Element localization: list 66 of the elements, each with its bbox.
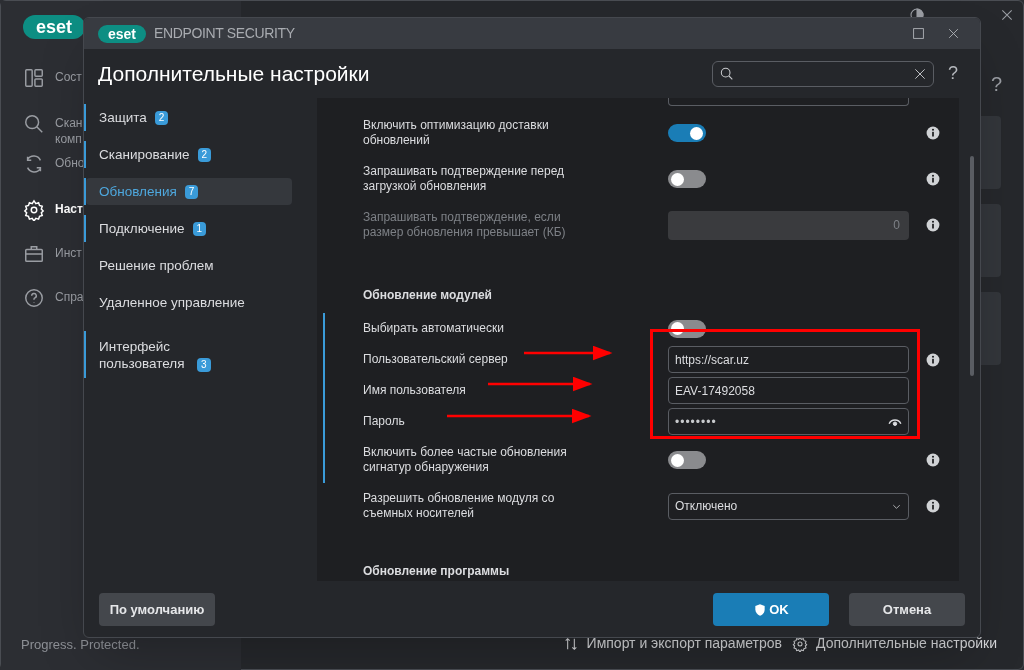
search-field[interactable]: [712, 60, 934, 87]
toggle-switch[interactable]: [668, 170, 706, 188]
sidebar-item[interactable]: Сканирование 2: [86, 141, 292, 168]
setting-label: Включить оптимизацию доставки обновлений: [363, 118, 550, 148]
setting-label: Пароль: [363, 414, 405, 429]
text-field[interactable]: EAV-17492058: [668, 377, 909, 404]
setting-label: Выбирать автоматически: [363, 321, 504, 336]
setting-label: Пользовательский сервер: [363, 352, 508, 367]
count-badge: 2: [154, 110, 169, 125]
section-heading: Обновление программы: [363, 563, 511, 580]
sidebar-item[interactable]: Удаленное управление: [86, 289, 292, 316]
count-badge: 2: [197, 147, 212, 162]
toggle-switch[interactable]: [668, 451, 706, 469]
logo: eset: [98, 24, 146, 43]
sidebar-item[interactable]: Защита 2: [86, 104, 292, 131]
ok-button[interactable]: OK: [713, 593, 829, 626]
sidebar-item[interactable]: Решение проблем: [86, 252, 292, 279]
help-button[interactable]: ?: [991, 69, 1003, 99]
text-field[interactable]: https://scar.uz: [668, 346, 909, 373]
nav-item[interactable]: Инст: [23, 243, 82, 265]
dialog-heading: Дополнительные настройки: [98, 60, 371, 87]
footer-link[interactable]: Дополнительные настройки: [816, 633, 997, 654]
window-title: ENDPOINT SECURITY: [154, 24, 295, 43]
setting-label: Имя пользователя: [363, 383, 466, 398]
modified-marker: [84, 178, 86, 205]
briefcase-icon: [23, 243, 45, 265]
nav-item[interactable]: Сост: [23, 67, 82, 89]
modified-marker: [84, 104, 86, 131]
clear-icon: [913, 66, 927, 81]
setting-label: Разрешить обновление модуля со съемных носителей: [363, 491, 556, 521]
close-icon: [999, 7, 1015, 23]
help-button[interactable]: ?: [948, 60, 958, 87]
close-icon: [947, 27, 960, 40]
tagline: Progress. Protected.: [21, 636, 140, 654]
setting-label: Запрашивать подтверждение, если размер обновления превышает (КБ): [363, 210, 567, 240]
logo: eset: [23, 15, 85, 39]
setting-label: Включить более частые обновления сигнатур обнаружения: [363, 445, 568, 475]
sidebar-item[interactable]: Подключение 1: [86, 215, 292, 242]
count-badge: 7: [184, 184, 199, 199]
nav-item[interactable]: Скан комп: [23, 113, 83, 147]
sidebar-item[interactable]: Обновления 7: [86, 178, 292, 205]
cancel-button[interactable]: Отмена: [849, 593, 965, 626]
dropdown-field[interactable]: [668, 98, 909, 106]
count-badge: 1: [192, 221, 207, 236]
default-button[interactable]: По умолчанию: [99, 593, 215, 626]
maximize-icon: [912, 27, 925, 40]
password-field[interactable]: ••••••••: [668, 408, 909, 435]
count-badge: 3: [197, 358, 211, 372]
modified-marker: [84, 331, 86, 378]
nav-item[interactable]: Спра: [23, 287, 84, 309]
help-icon: [23, 287, 45, 309]
modified-marker: [84, 141, 86, 168]
gear-icon: [792, 635, 808, 652]
dashboard-icon: [23, 67, 45, 89]
settings-icon: [23, 199, 45, 221]
setting-label: Запрашивать подтверждение перед загрузкой обновления: [363, 164, 566, 194]
modified-marker: [84, 215, 86, 242]
section-heading: Обновление модулей: [363, 287, 493, 304]
scrollbar[interactable]: [970, 156, 974, 376]
search-icon: [719, 65, 735, 82]
search-icon: [23, 113, 45, 135]
shield-icon: [753, 602, 768, 617]
nav-item[interactable]: Наст: [23, 199, 83, 221]
dropdown[interactable]: Отключено: [668, 492, 909, 520]
sidebar-item[interactable]: Интерфейс пользователя 3: [86, 329, 292, 380]
toggle-switch[interactable]: [668, 124, 706, 142]
